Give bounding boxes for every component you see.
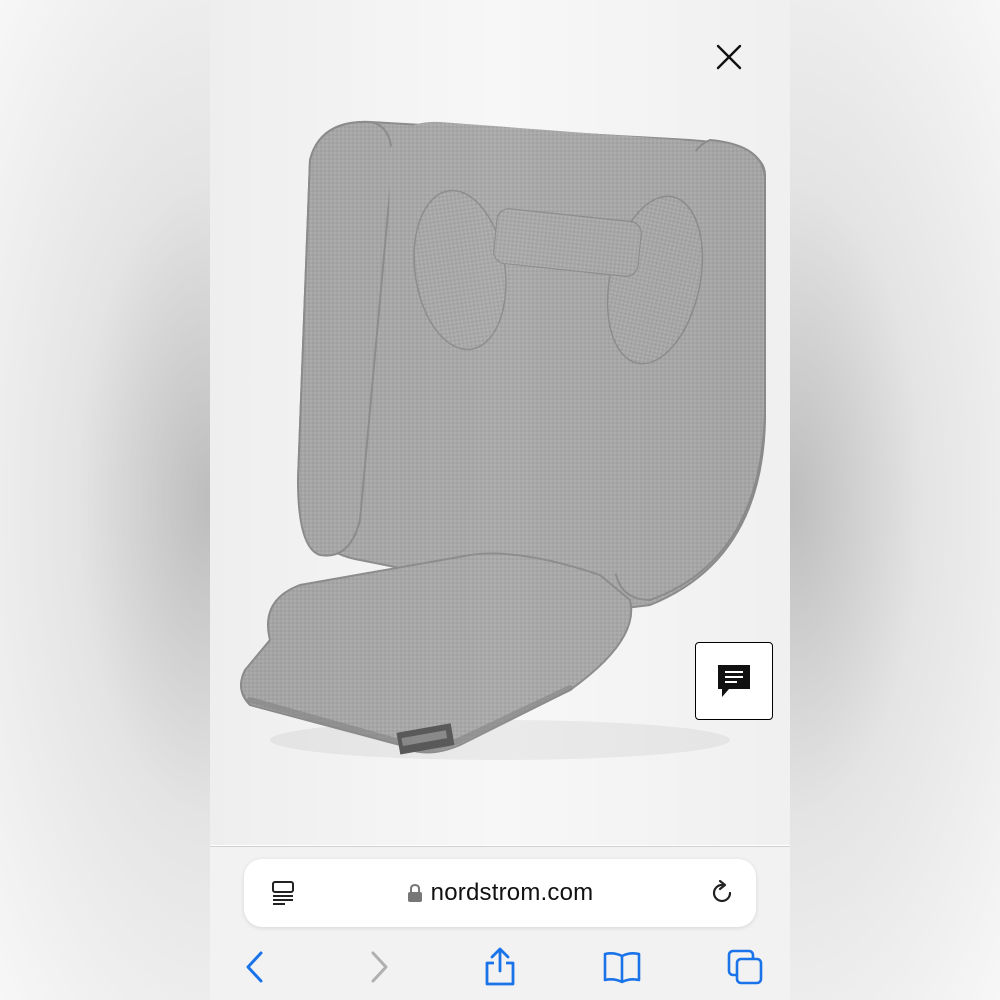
share-icon: [485, 947, 515, 986]
forward-button[interactable]: [357, 945, 401, 989]
lock-icon: [407, 883, 422, 902]
phone-screen: nordstrom.com: [210, 0, 790, 1000]
close-icon: [716, 44, 742, 70]
chevron-right-icon: [371, 951, 388, 983]
reload-button[interactable]: [708, 879, 736, 912]
browser-toolbar: [210, 945, 790, 989]
chevron-left-icon: [246, 951, 263, 983]
tabs-icon: [727, 949, 763, 985]
browser-bottom-bar: nordstrom.com: [210, 847, 790, 1000]
share-button[interactable]: [478, 945, 522, 989]
address-bar[interactable]: nordstrom.com: [244, 859, 756, 927]
close-button[interactable]: [710, 38, 748, 76]
background-blur-right: [790, 0, 1000, 1000]
chat-icon: [718, 665, 750, 697]
bookmarks-button[interactable]: [600, 945, 644, 989]
reload-icon: [712, 879, 732, 903]
back-button[interactable]: [233, 945, 277, 989]
url-text: nordstrom.com: [430, 879, 594, 906]
url-display[interactable]: nordstrom.com: [244, 859, 756, 927]
chat-button[interactable]: [695, 642, 773, 720]
tabs-button[interactable]: [723, 945, 767, 989]
book-icon: [603, 952, 641, 984]
background-blur-left: [0, 0, 210, 1000]
